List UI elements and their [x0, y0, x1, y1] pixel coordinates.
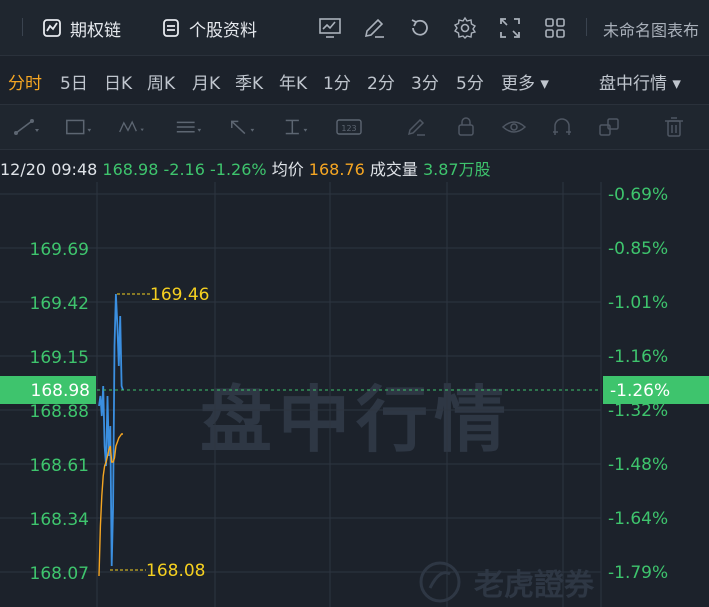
- left-axis-tick-label: 169.69: [30, 240, 89, 260]
- eye-icon[interactable]: [499, 115, 529, 139]
- period-tab[interactable]: 5分: [456, 69, 484, 94]
- options-chain-button[interactable]: 期权链: [42, 14, 121, 42]
- avg-price-label: 均价: [271, 160, 304, 179]
- trend-line-icon[interactable]: [12, 115, 42, 139]
- left-axis-tick-label: 168.07: [30, 564, 89, 584]
- left-axis-tick-label: 169.15: [30, 348, 89, 368]
- period-tab[interactable]: 2分: [367, 69, 395, 94]
- fullscreen-icon[interactable]: [497, 15, 523, 41]
- quote-price: 168.98: [102, 160, 159, 179]
- right-axis-tick-label: -0.69%: [608, 185, 668, 205]
- chart-box-icon: [43, 19, 61, 37]
- toolbar-divider: [586, 18, 587, 36]
- period-tab[interactable]: 周K: [147, 69, 175, 94]
- price-line: [98, 293, 124, 567]
- right-axis-tick-label: -1.79%: [608, 563, 668, 583]
- options-chain-label: 期权链: [70, 20, 121, 41]
- top-toolbar: 期权链 个股资料 未命名图表布: [0, 0, 709, 55]
- edit-icon[interactable]: [362, 15, 388, 41]
- chart-layout-title[interactable]: 未命名图表布: [603, 17, 699, 41]
- stock-info-label: 个股资料: [189, 20, 257, 41]
- indicator-icon[interactable]: [317, 15, 343, 41]
- trash-icon[interactable]: [659, 115, 689, 139]
- current-pct-badge-label: -1.26%: [610, 381, 670, 401]
- toolbar-divider: [22, 18, 23, 36]
- left-axis-tick-label: 168.34: [30, 510, 89, 530]
- period-tab[interactable]: 年K: [279, 69, 307, 94]
- drawing-toolbar: 123: [0, 104, 709, 150]
- period-tab[interactable]: 分时: [8, 69, 42, 94]
- wave-tool-icon[interactable]: [118, 115, 148, 139]
- quote-change-pct: -1.26%: [209, 160, 267, 179]
- avg-price-value: 168.76: [308, 160, 365, 179]
- volume-label: 成交量: [369, 160, 418, 179]
- left-axis-tick-label: 168.61: [30, 456, 89, 476]
- brand-watermark-text: 老虎證券: [474, 568, 594, 603]
- low-price-label: 168.08: [146, 561, 205, 581]
- arrow-tool-icon[interactable]: [228, 115, 258, 139]
- period-tab[interactable]: 3分: [411, 69, 439, 94]
- volume-value: 3.87万股: [422, 160, 491, 179]
- period-selector: 分时 5日 日K 周K 月K 季K 年K 1分 2分 3分 5分 更多 ▾ 盘中行情 ▾: [0, 55, 709, 104]
- left-axis-tick-label: 168.88: [30, 402, 89, 422]
- period-tab[interactable]: 1分: [323, 69, 351, 94]
- svg-text:123: 123: [341, 124, 356, 133]
- right-axis-tick-label: -1.01%: [608, 293, 668, 313]
- intraday-mode-dropdown[interactable]: 盘中行情 ▾: [599, 69, 681, 94]
- quote-change: -2.16: [163, 160, 205, 179]
- right-axis-tick-label: -1.64%: [608, 509, 668, 529]
- right-axis-tick-label: -1.16%: [608, 347, 668, 367]
- quote-info-bar: 12/20 09:48 168.98 -2.16 -1.26% 均价 168.7…: [0, 156, 491, 180]
- current-price-badge-label: 168.98: [31, 381, 90, 401]
- quote-datetime: 12/20 09:48: [0, 160, 98, 179]
- right-axis-tick-label: -1.48%: [608, 455, 668, 475]
- price-label-icon[interactable]: 123: [334, 115, 364, 139]
- refresh-icon[interactable]: [407, 15, 433, 41]
- right-axis-tick-label: -0.85%: [608, 239, 668, 259]
- brand-watermark: 老虎證券: [418, 560, 594, 604]
- high-price-label: 169.46: [150, 285, 209, 305]
- period-tab[interactable]: 更多 ▾: [501, 69, 549, 94]
- stock-info-button[interactable]: 个股资料: [161, 14, 257, 42]
- period-tab[interactable]: 月K: [192, 69, 220, 94]
- period-tab[interactable]: 5日: [60, 69, 88, 94]
- intraday-chart[interactable]: 169.69 169.42 169.15 168.88 168.61 168.34 168.…: [0, 182, 709, 607]
- period-tab[interactable]: 季K: [235, 69, 263, 94]
- text-tool-icon[interactable]: [282, 115, 312, 139]
- layers-icon[interactable]: [594, 115, 624, 139]
- pencil-icon[interactable]: [402, 115, 432, 139]
- lock-icon[interactable]: [451, 115, 481, 139]
- rectangle-tool-icon[interactable]: [64, 115, 94, 139]
- gear-icon[interactable]: [452, 15, 478, 41]
- magnet-icon[interactable]: [547, 115, 577, 139]
- period-tab[interactable]: 日K: [104, 69, 132, 94]
- fibonacci-tool-icon[interactable]: [174, 115, 204, 139]
- tiger-logo-icon: [419, 561, 461, 603]
- layout-grid-icon[interactable]: [542, 15, 568, 41]
- left-axis-tick-label: 169.42: [30, 294, 89, 314]
- document-icon: [163, 19, 179, 37]
